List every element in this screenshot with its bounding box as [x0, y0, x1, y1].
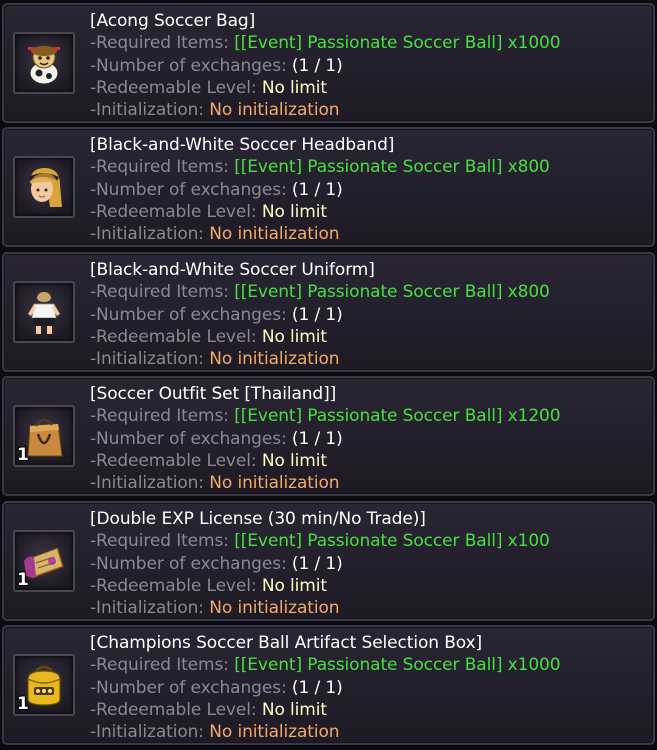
initialization-value: No initialization [209, 598, 340, 619]
initialization-value: No initialization [209, 473, 340, 494]
item-info: [Acong Soccer Bag] -Required Items: [[Ev… [90, 10, 650, 121]
redeemable-level-label: -Redeemable Level: [90, 326, 257, 347]
exchanges-label: -Number of exchanges: [90, 677, 287, 698]
exchanges-label: -Number of exchanges: [90, 304, 287, 325]
item-info: [Soccer Outfit Set [Thailand]] -Required… [90, 383, 650, 494]
required-items-label: -Required Items: [90, 33, 229, 54]
soccer-bag-icon [28, 45, 60, 85]
exchange-item-list: [Acong Soccer Bag] -Required Items: [[Ev… [0, 0, 657, 750]
redeemable-level-value: No limit [261, 77, 327, 98]
redeemable-level-value: No limit [261, 450, 327, 471]
exchanges-value: (1 / 1) [291, 304, 343, 325]
item-slot[interactable] [13, 281, 75, 343]
initialization-value: No initialization [209, 722, 340, 743]
item-title: [Black-and-White Soccer Uniform] [90, 260, 375, 280]
uniform-icon [28, 292, 60, 334]
exchanges-value: (1 / 1) [291, 55, 343, 76]
required-items-value: [[Event] Passionate Soccer Ball] x1200 [234, 406, 561, 427]
exchanges-label: -Number of exchanges: [90, 55, 287, 76]
item-info: [Black-and-White Soccer Headband] -Requi… [90, 134, 650, 245]
item-slot[interactable]: 1 [13, 530, 75, 592]
exchange-item-row[interactable]: 1 [Double EXP License (30 min/No Trade)]… [2, 501, 655, 621]
exchanges-label: -Number of exchanges: [90, 179, 287, 200]
item-info: [Double EXP License (30 min/No Trade)] -… [90, 508, 650, 619]
required-items-value: [[Event] Passionate Soccer Ball] x800 [234, 157, 550, 178]
initialization-label: -Initialization: [90, 224, 204, 245]
initialization-value: No initialization [209, 224, 340, 245]
required-items-label: -Required Items: [90, 157, 229, 178]
exchange-item-row[interactable]: [Black-and-White Soccer Headband] -Requi… [2, 127, 655, 247]
initialization-label: -Initialization: [90, 598, 204, 619]
required-items-value: [[Event] Passionate Soccer Ball] x800 [234, 282, 550, 303]
redeemable-level-label: -Redeemable Level: [90, 450, 257, 471]
exchange-item-row[interactable]: [Black-and-White Soccer Uniform] -Requir… [2, 252, 655, 372]
exchanges-value: (1 / 1) [291, 428, 343, 449]
item-title: [Champions Soccer Ball Artifact Selectio… [90, 633, 483, 653]
initialization-label: -Initialization: [90, 722, 204, 743]
exchanges-value: (1 / 1) [291, 179, 343, 200]
required-items-label: -Required Items: [90, 531, 229, 552]
exchange-item-row[interactable]: 1 [Soccer Outfit Set [Thailand]] -Requir… [2, 376, 655, 496]
redeemable-level-value: No limit [261, 201, 327, 222]
initialization-value: No initialization [209, 100, 340, 121]
item-title: [Soccer Outfit Set [Thailand]] [90, 384, 337, 404]
exchange-item-row[interactable]: [Acong Soccer Bag] -Required Items: [[Ev… [2, 3, 655, 123]
item-title: [Double EXP License (30 min/No Trade)] [90, 509, 426, 529]
item-title: [Black-and-White Soccer Headband] [90, 135, 395, 155]
item-title: [Acong Soccer Bag] [90, 11, 256, 31]
required-items-label: -Required Items: [90, 282, 229, 303]
item-quantity: 1 [17, 694, 29, 714]
initialization-value: No initialization [209, 349, 340, 370]
item-slot[interactable]: 1 [13, 405, 75, 467]
initialization-label: -Initialization: [90, 473, 204, 494]
required-items-label: -Required Items: [90, 406, 229, 427]
item-info: [Champions Soccer Ball Artifact Selectio… [90, 632, 650, 743]
required-items-value: [[Event] Passionate Soccer Ball] x100 [234, 531, 550, 552]
initialization-label: -Initialization: [90, 100, 204, 121]
redeemable-level-label: -Redeemable Level: [90, 77, 257, 98]
item-info: [Black-and-White Soccer Uniform] -Requir… [90, 259, 650, 370]
exchanges-label: -Number of exchanges: [90, 428, 287, 449]
headband-icon [28, 167, 62, 207]
item-slot[interactable] [13, 156, 75, 218]
item-slot[interactable]: 1 [13, 654, 75, 716]
exchanges-label: -Number of exchanges: [90, 553, 287, 574]
redeemable-level-value: No limit [261, 575, 327, 596]
exchanges-value: (1 / 1) [291, 553, 343, 574]
redeemable-level-label: -Redeemable Level: [90, 575, 257, 596]
item-quantity: 1 [17, 570, 29, 590]
redeemable-level-label: -Redeemable Level: [90, 699, 257, 720]
redeemable-level-value: No limit [261, 326, 327, 347]
item-slot[interactable] [13, 32, 75, 94]
exchanges-value: (1 / 1) [291, 677, 343, 698]
item-quantity: 1 [17, 445, 29, 465]
exchange-item-row[interactable]: 1 [Champions Soccer Ball Artifact Select… [2, 625, 655, 745]
required-items-value: [[Event] Passionate Soccer Ball] x1000 [234, 33, 561, 54]
required-items-value: [[Event] Passionate Soccer Ball] x1000 [234, 655, 561, 676]
initialization-label: -Initialization: [90, 349, 204, 370]
redeemable-level-value: No limit [261, 699, 327, 720]
redeemable-level-label: -Redeemable Level: [90, 201, 257, 222]
required-items-label: -Required Items: [90, 655, 229, 676]
